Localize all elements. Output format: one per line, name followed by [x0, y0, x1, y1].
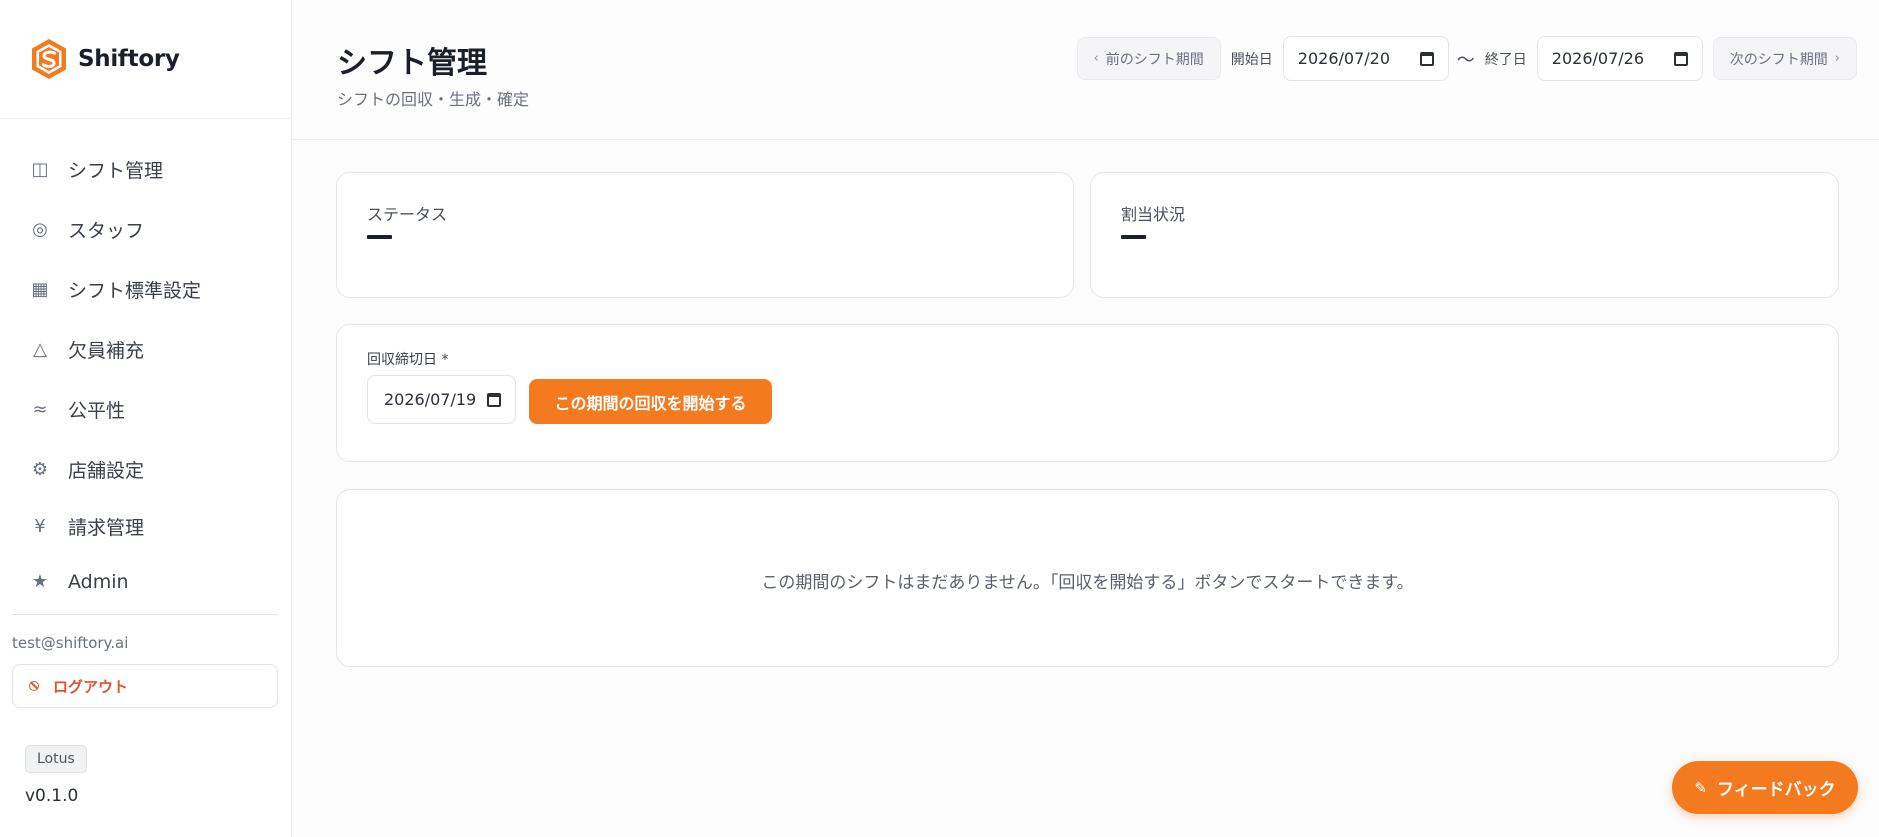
sidebar-item-store-settings[interactable]: ⚙ 店舗設定 — [0, 439, 291, 499]
logout-button[interactable]: ログアウト — [12, 664, 278, 708]
yen-icon: ¥ — [34, 516, 46, 537]
next-period-button[interactable]: 次のシフト期間 › — [1712, 37, 1857, 80]
status-card-title: ステータス — [367, 205, 448, 224]
chevron-right-icon: › — [1834, 51, 1840, 66]
chevron-left-icon: ‹ — [1093, 51, 1099, 66]
main-content: シフト管理 シフトの回収・生成・確定 ‹ 前のシフト期間 開始日 2026/07… — [292, 0, 1879, 837]
assignment-card: 割当状況 — [1090, 172, 1839, 298]
status-card: ステータス — [336, 172, 1074, 298]
status-value-empty — [367, 235, 392, 239]
logout-icon — [29, 681, 39, 691]
target-icon: ◎ — [32, 218, 48, 240]
empty-state-message: この期間のシフトはまだありません。「回収を開始する」ボタンでスタートできます。 — [761, 573, 1414, 593]
grid-icon: ▦ — [31, 278, 49, 300]
end-date-input[interactable]: 2026/07/26 — [1536, 36, 1703, 81]
start-collection-button[interactable]: この期間の回収を開始する — [529, 379, 772, 424]
sidebar-item-label: 請求管理 — [68, 517, 145, 539]
page-subtitle: シフトの回収・生成・確定 — [337, 90, 530, 109]
end-date-value: 2026/07/26 — [1551, 49, 1645, 68]
start-date-input[interactable]: 2026/07/20 — [1282, 36, 1449, 81]
feedback-label: フィードバック — [1716, 780, 1836, 800]
sidebar-divider — [12, 614, 278, 615]
empty-state-card: この期間のシフトはまだありません。「回収を開始する」ボタンでスタートできます。 — [336, 489, 1839, 667]
prev-period-label: 前のシフト期間 — [1105, 51, 1204, 68]
plan-badge: Lotus — [25, 745, 87, 773]
app-version: v0.1.0 — [25, 786, 79, 806]
sidebar-item-label: 公平性 — [68, 399, 126, 422]
sidebar-nav: ◫ シフト管理 ◎ スタッフ ▦ シフト標準設定 △ 欠員補充 ≈ 公平性 ⚙ … — [0, 139, 291, 609]
brand[interactable]: Shiftory — [0, 0, 291, 119]
collection-card: 回収締切日 * 2026/07/19 この期間の回収を開始する — [336, 324, 1839, 462]
page-header: シフト管理 シフトの回収・生成・確定 ‹ 前のシフト期間 開始日 2026/07… — [292, 0, 1879, 140]
end-date-label: 終了日 — [1484, 51, 1527, 68]
approx-icon: ≈ — [32, 398, 48, 420]
assignment-value-empty — [1121, 235, 1146, 239]
assignment-card-title: 割当状況 — [1121, 205, 1186, 224]
sidebar-item-label: Admin — [68, 570, 129, 593]
sidebar-item-admin[interactable]: ★ Admin — [0, 554, 291, 609]
brand-name: Shiftory — [78, 46, 180, 72]
logout-label: ログアウト — [53, 677, 129, 696]
sidebar-item-fairness[interactable]: ≈ 公平性 — [0, 379, 291, 439]
pencil-icon: ✎ — [1694, 778, 1707, 797]
columns-icon: ◫ — [31, 158, 49, 180]
sidebar-item-label: スタッフ — [68, 219, 145, 242]
sidebar-item-label: シフト管理 — [68, 159, 164, 182]
deadline-label: 回収締切日 * — [367, 352, 449, 368]
page-title: シフト管理 — [337, 46, 487, 81]
sidebar-item-shift-management[interactable]: ◫ シフト管理 — [0, 139, 291, 199]
triangle-icon: △ — [33, 338, 47, 360]
prev-period-button[interactable]: ‹ 前のシフト期間 — [1076, 37, 1221, 80]
period-selector: ‹ 前のシフト期間 開始日 2026/07/20 〜 終了日 2026/07/2… — [1076, 36, 1857, 81]
sidebar-item-vacancy-fill[interactable]: △ 欠員補充 — [0, 319, 291, 379]
star-icon: ★ — [31, 571, 49, 592]
sidebar: Shiftory ◫ シフト管理 ◎ スタッフ ▦ シフト標準設定 △ 欠員補充… — [0, 0, 292, 837]
deadline-value: 2026/07/19 — [384, 390, 477, 409]
calendar-icon[interactable] — [1673, 51, 1688, 66]
sidebar-item-shift-standard-settings[interactable]: ▦ シフト標準設定 — [0, 259, 291, 319]
gear-icon: ⚙ — [31, 458, 49, 480]
user-email: test@shiftory.ai — [12, 634, 129, 652]
sidebar-item-label: 店舗設定 — [68, 459, 145, 482]
calendar-icon[interactable] — [487, 392, 501, 407]
sidebar-item-billing[interactable]: ¥ 請求管理 — [0, 499, 291, 554]
calendar-icon[interactable] — [1419, 51, 1434, 66]
sidebar-item-label: シフト標準設定 — [68, 279, 202, 302]
range-separator: 〜 — [1456, 49, 1475, 71]
deadline-input[interactable]: 2026/07/19 — [367, 375, 516, 424]
start-date-label: 開始日 — [1230, 51, 1273, 68]
shiftory-logo-icon — [32, 39, 66, 79]
next-period-label: 次のシフト期間 — [1729, 51, 1828, 68]
feedback-button[interactable]: ✎ フィードバック — [1672, 761, 1858, 814]
sidebar-item-label: 欠員補充 — [68, 339, 145, 362]
sidebar-item-staff[interactable]: ◎ スタッフ — [0, 199, 291, 259]
start-date-value: 2026/07/20 — [1297, 49, 1391, 68]
